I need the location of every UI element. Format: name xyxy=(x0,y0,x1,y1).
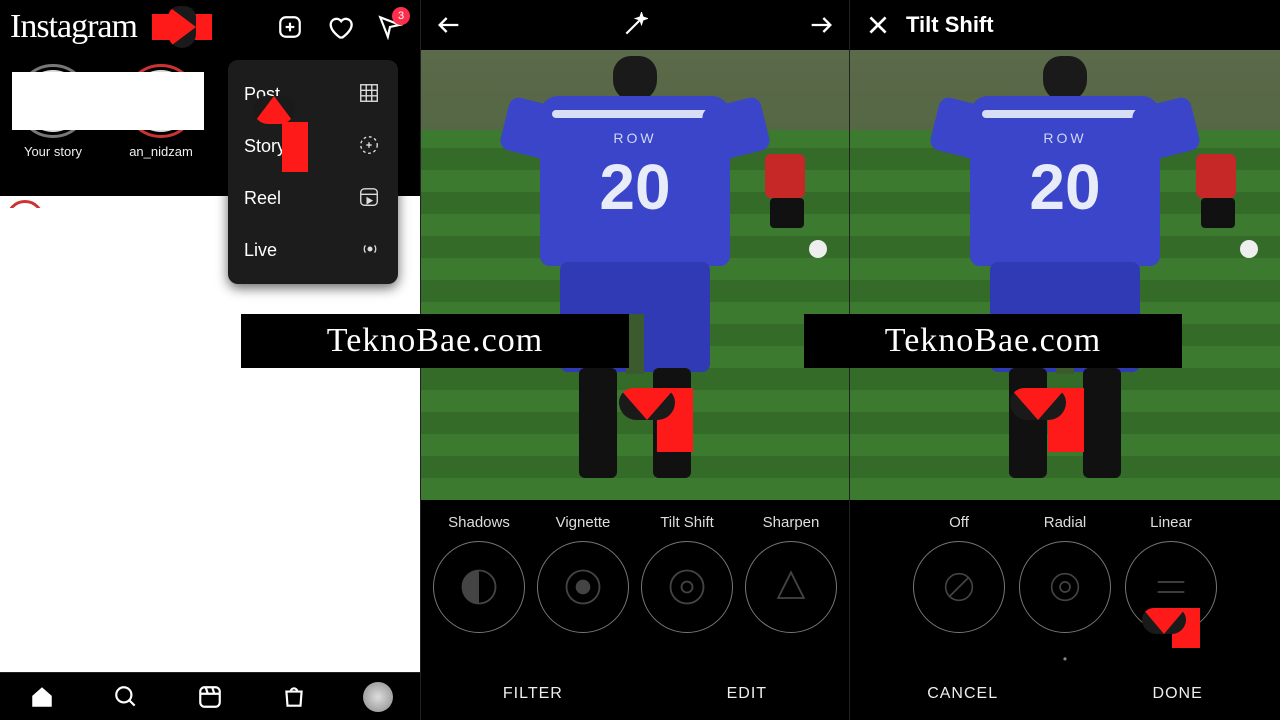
tilt-shift-icon xyxy=(641,541,733,633)
panel-edit-tools: ROW20 TeknoBae.com Shadows Vignette Tilt… xyxy=(420,0,850,720)
create-icon[interactable] xyxy=(276,13,304,41)
vignette-icon xyxy=(537,541,629,633)
shadows-icon xyxy=(433,541,525,633)
story-add-icon xyxy=(358,134,382,158)
page-title: Tilt Shift xyxy=(906,12,994,38)
next-icon[interactable] xyxy=(807,11,835,39)
activity-heart-icon[interactable] xyxy=(326,13,354,41)
edit-top-bar xyxy=(421,0,849,50)
reel-icon xyxy=(358,186,382,210)
instagram-logo: Instagram xyxy=(10,8,276,46)
soccer-ball xyxy=(809,240,827,258)
tilt-shift-top-bar: Tilt Shift xyxy=(850,0,1280,50)
annotation-arrow-to-done xyxy=(1172,608,1200,648)
option-off[interactable]: Off xyxy=(913,514,1005,633)
watermark: TeknoBae.com xyxy=(804,314,1182,368)
tilt-off-icon xyxy=(913,541,1005,633)
tilt-radial-icon xyxy=(1019,541,1111,633)
tool-sharpen[interactable]: Sharpen xyxy=(745,514,837,633)
reels-icon[interactable] xyxy=(195,682,225,712)
annotation-arrow-to-post xyxy=(282,122,308,172)
opponent-player xyxy=(1196,154,1240,232)
create-menu-story[interactable]: Story xyxy=(228,120,398,172)
close-icon[interactable] xyxy=(864,11,892,39)
home-icon[interactable] xyxy=(27,682,57,712)
create-menu-reel[interactable]: Reel xyxy=(228,172,398,224)
back-icon[interactable] xyxy=(435,11,463,39)
annotation-arrow-to-radial xyxy=(1048,388,1084,452)
edit-bottom-tabs: FILTER EDIT xyxy=(421,668,849,720)
top-icons: 3 xyxy=(276,13,410,41)
tab-edit[interactable]: EDIT xyxy=(727,685,767,703)
redaction-mask xyxy=(12,72,204,130)
annotation-arrow-to-tilt-shift xyxy=(657,388,693,452)
panel-tilt-shift: Tilt Shift ROW20 TeknoBae.com Off Radial… xyxy=(850,0,1280,720)
tilt-shift-actions: CANCEL DONE xyxy=(850,668,1280,720)
sharpen-icon xyxy=(745,541,837,633)
create-menu-live[interactable]: Live xyxy=(228,224,398,276)
create-menu-popup: Post Story Reel Live xyxy=(228,60,398,284)
photo-preview: ROW20 xyxy=(421,50,849,500)
grid-icon xyxy=(358,82,382,106)
watermark: TeknoBae.com xyxy=(241,314,629,368)
page-dot-indicator: • xyxy=(850,652,1280,666)
tilt-shift-options-row: Off Radial Linear xyxy=(850,500,1280,640)
messenger-badge: 3 xyxy=(392,7,410,25)
option-radial[interactable]: Radial xyxy=(1019,514,1111,633)
search-icon[interactable] xyxy=(111,682,141,712)
cancel-button[interactable]: CANCEL xyxy=(927,685,998,703)
annotation-arrow-to-create xyxy=(152,14,212,40)
soccer-ball xyxy=(1240,240,1258,258)
messenger-icon[interactable]: 3 xyxy=(376,13,404,41)
opponent-player xyxy=(765,154,809,232)
profile-avatar[interactable] xyxy=(363,682,393,712)
shop-icon[interactable] xyxy=(279,682,309,712)
done-button[interactable]: DONE xyxy=(1153,685,1203,703)
tool-shadows[interactable]: Shadows xyxy=(433,514,525,633)
tool-tilt-shift[interactable]: Tilt Shift xyxy=(641,514,733,633)
tab-filter[interactable]: FILTER xyxy=(503,685,563,703)
edit-tools-row: Shadows Vignette Tilt Shift Sharpen xyxy=(421,500,849,640)
live-icon xyxy=(358,238,382,262)
bottom-nav xyxy=(0,672,420,720)
tool-vignette[interactable]: Vignette xyxy=(537,514,629,633)
magic-wand-icon[interactable] xyxy=(621,11,649,39)
